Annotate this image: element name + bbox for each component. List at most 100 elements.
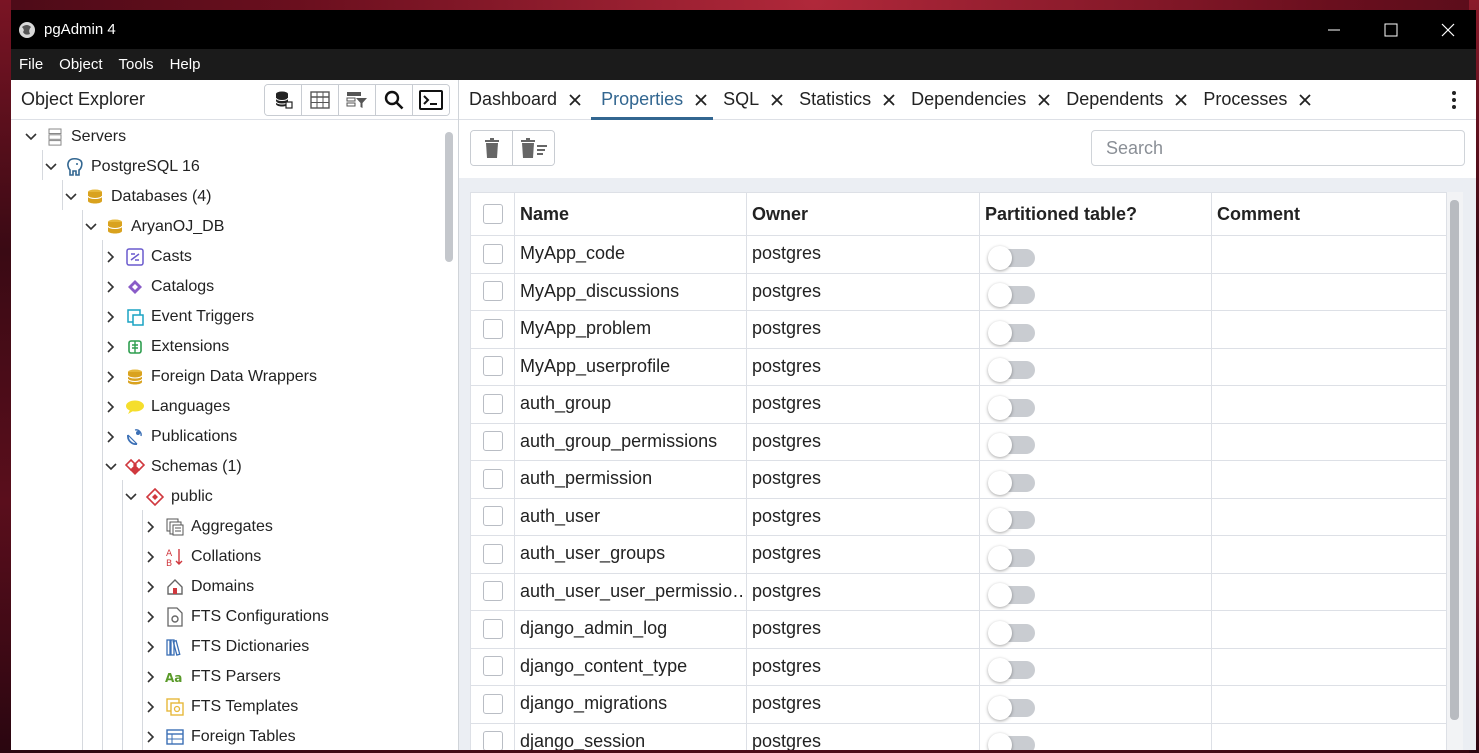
partitioned-toggle[interactable]	[988, 320, 1035, 345]
maximize-button[interactable]	[1362, 10, 1419, 49]
partitioned-toggle[interactable]	[988, 545, 1035, 570]
tree-node-fts-parsers[interactable]: Aa FTS Parsers	[143, 662, 281, 692]
partitioned-toggle[interactable]	[988, 358, 1035, 383]
row-checkbox[interactable]	[482, 468, 503, 489]
table-row[interactable]: auth_user_groups postgres	[471, 535, 1446, 574]
table-row[interactable]: django_session postgres	[471, 722, 1446, 750]
row-checkbox[interactable]	[482, 393, 503, 414]
tree-node-foreign-data-wrappers[interactable]: Foreign Data Wrappers	[103, 362, 317, 392]
row-checkbox[interactable]	[482, 581, 503, 602]
partitioned-toggle[interactable]	[988, 658, 1035, 683]
tree-node-extensions[interactable]: Extensions	[103, 332, 229, 362]
menu-object[interactable]: Object	[51, 49, 110, 80]
minimize-button[interactable]	[1305, 10, 1362, 49]
object-tree-scrollbar[interactable]	[445, 132, 453, 262]
more-options-button[interactable]	[1444, 88, 1464, 112]
filtered-rows-button[interactable]	[339, 85, 376, 115]
chevron-down-icon[interactable]	[43, 159, 59, 175]
chevron-right-icon[interactable]	[143, 579, 159, 595]
partitioned-toggle[interactable]	[988, 470, 1035, 495]
row-checkbox[interactable]	[482, 431, 503, 452]
table-row[interactable]: MyApp_userprofile postgres	[471, 347, 1446, 386]
chevron-right-icon[interactable]	[143, 729, 159, 745]
tree-node-domains[interactable]: Domains	[143, 572, 254, 602]
tab-statistics[interactable]: Statistics	[789, 80, 901, 119]
table-row[interactable]: MyApp_discussions postgres	[471, 272, 1446, 311]
tree-node-aggregates[interactable]: Aggregates	[143, 512, 273, 542]
chevron-down-icon[interactable]	[123, 489, 139, 505]
grid-scrollbar[interactable]	[1450, 200, 1459, 720]
tab-dependents[interactable]: Dependents	[1056, 80, 1193, 119]
chevron-right-icon[interactable]	[143, 609, 159, 625]
tab-dashboard[interactable]: Dashboard	[459, 80, 587, 119]
chevron-right-icon[interactable]	[103, 429, 119, 445]
delete-button[interactable]	[471, 131, 513, 165]
view-data-button[interactable]	[302, 85, 339, 115]
column-header-owner[interactable]: Owner	[747, 193, 980, 235]
tree-node-fts-templates[interactable]: FTS Templates	[143, 692, 298, 722]
row-checkbox[interactable]	[482, 656, 503, 677]
row-checkbox[interactable]	[482, 243, 503, 264]
chevron-down-icon[interactable]	[103, 459, 119, 475]
menu-file[interactable]: File	[11, 49, 51, 80]
row-checkbox[interactable]	[482, 543, 503, 564]
tree-node-servers[interactable]: Servers	[23, 122, 126, 152]
tab-sql[interactable]: SQL	[713, 80, 789, 119]
delete-cascade-button[interactable]	[513, 131, 554, 165]
partitioned-toggle[interactable]	[988, 283, 1035, 308]
close-tab-icon[interactable]	[1034, 90, 1054, 110]
partitioned-toggle[interactable]	[988, 508, 1035, 533]
table-row[interactable]: MyApp_problem postgres	[471, 310, 1446, 349]
tab-dependencies[interactable]: Dependencies	[901, 80, 1056, 119]
row-checkbox[interactable]	[482, 618, 503, 639]
tab-processes[interactable]: Processes	[1193, 80, 1317, 119]
chevron-right-icon[interactable]	[103, 399, 119, 415]
chevron-down-icon[interactable]	[23, 129, 39, 145]
table-row[interactable]: auth_user_user_permissio… postgres	[471, 572, 1446, 611]
close-window-button[interactable]	[1419, 10, 1476, 49]
chevron-right-icon[interactable]	[143, 699, 159, 715]
chevron-right-icon[interactable]	[143, 639, 159, 655]
column-header-name[interactable]: Name	[515, 193, 747, 235]
tree-node-databases[interactable]: Databases (4)	[63, 182, 212, 212]
chevron-right-icon[interactable]	[103, 369, 119, 385]
partitioned-toggle[interactable]	[988, 695, 1035, 720]
menu-tools[interactable]: Tools	[111, 49, 162, 80]
column-header-partitioned[interactable]: Partitioned table?	[980, 193, 1212, 235]
partitioned-toggle[interactable]	[988, 433, 1035, 458]
tab-properties[interactable]: Properties	[591, 80, 714, 120]
table-row[interactable]: django_migrations postgres	[471, 685, 1446, 724]
query-tool-db-button[interactable]	[265, 85, 302, 115]
table-row[interactable]: auth_group postgres	[471, 385, 1446, 424]
chevron-right-icon[interactable]	[103, 339, 119, 355]
partitioned-toggle[interactable]	[988, 583, 1035, 608]
partitioned-toggle[interactable]	[988, 245, 1035, 270]
column-header-comment[interactable]: Comment	[1212, 193, 1446, 235]
chevron-right-icon[interactable]	[143, 669, 159, 685]
chevron-right-icon[interactable]	[103, 249, 119, 265]
table-row[interactable]: auth_group_permissions postgres	[471, 422, 1446, 461]
partitioned-toggle[interactable]	[988, 395, 1035, 420]
close-tab-icon[interactable]	[691, 90, 711, 110]
tree-node-publications[interactable]: Publications	[103, 422, 237, 452]
psql-tool-button[interactable]	[413, 85, 449, 115]
row-checkbox[interactable]	[482, 506, 503, 527]
search-objects-button[interactable]	[376, 85, 413, 115]
close-tab-icon[interactable]	[1171, 90, 1191, 110]
partitioned-toggle[interactable]	[988, 733, 1035, 750]
partitioned-toggle[interactable]	[988, 620, 1035, 645]
chevron-down-icon[interactable]	[63, 189, 79, 205]
chevron-right-icon[interactable]	[103, 279, 119, 295]
tree-node-foreign-tables[interactable]: Foreign Tables	[143, 722, 296, 750]
table-row[interactable]: MyApp_code postgres	[471, 235, 1446, 274]
chevron-right-icon[interactable]	[143, 519, 159, 535]
row-checkbox[interactable]	[482, 693, 503, 714]
tree-node-postgresql-16[interactable]: PostgreSQL 16	[43, 152, 200, 182]
table-row[interactable]: django_content_type postgres	[471, 647, 1446, 686]
row-checkbox[interactable]	[482, 281, 503, 302]
tree-node-collations[interactable]: AB Collations	[143, 542, 261, 572]
menu-help[interactable]: Help	[162, 49, 209, 80]
row-checkbox[interactable]	[482, 356, 503, 377]
close-tab-icon[interactable]	[565, 90, 585, 110]
tree-node-casts[interactable]: Casts	[103, 242, 192, 272]
